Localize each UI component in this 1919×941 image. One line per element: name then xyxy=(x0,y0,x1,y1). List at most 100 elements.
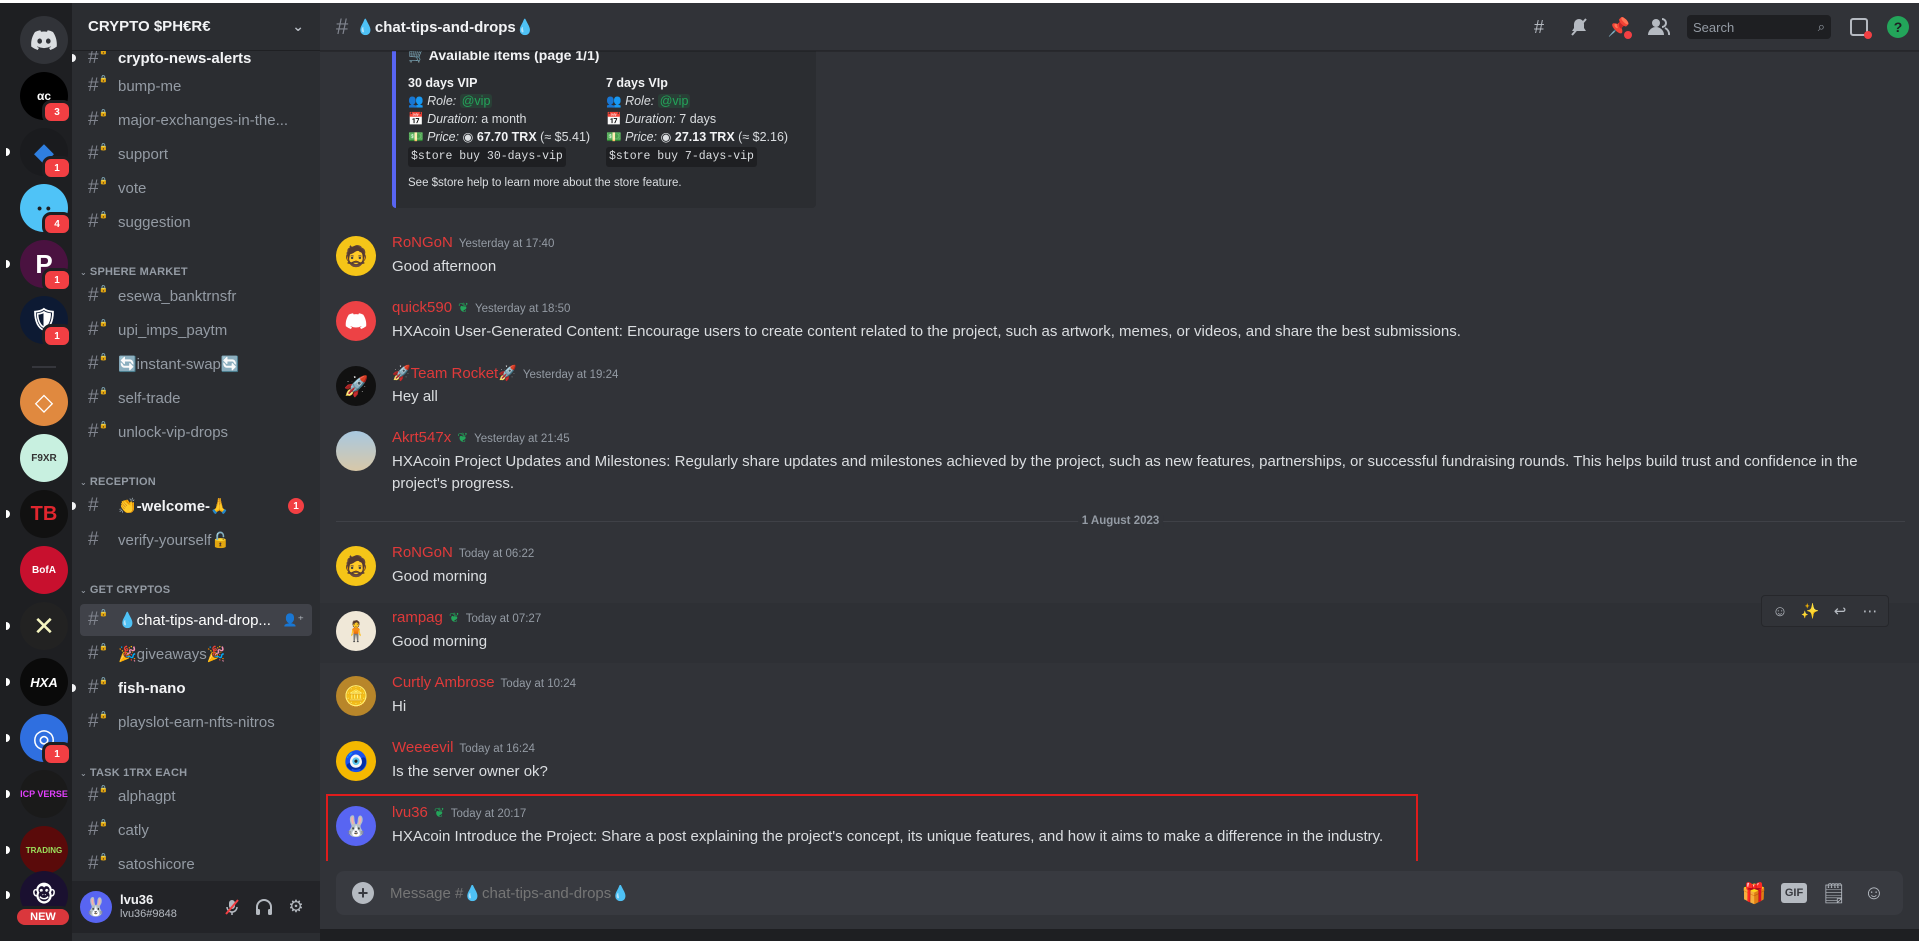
server-trading[interactable]: TRADING xyxy=(6,826,68,874)
channel-welcome[interactable]: # 👏-welcome-🙏 1 xyxy=(72,490,312,522)
tron-icon: ◉ xyxy=(462,130,474,144)
channel-instant-swap[interactable]: # 🔒 🔄instant-swap🔄 xyxy=(80,348,312,380)
server-diamond[interactable]: ◆ 1 xyxy=(6,128,72,180)
chevron-down-icon: ⌄ xyxy=(292,18,304,34)
channel-playslot[interactable]: # 🔒 playslot-earn-nfts-nitros xyxy=(80,706,312,738)
message-author[interactable]: Weeeevil xyxy=(392,739,453,756)
channel-vote[interactable]: # 🔒 vote xyxy=(80,172,312,204)
gift-icon[interactable]: 🎁 xyxy=(1741,881,1767,905)
server-cross[interactable]: ✕ xyxy=(6,602,68,650)
category-sphere-market[interactable]: ⌄ SPHERE MARKET xyxy=(80,266,188,278)
message-author[interactable]: RoNGoN xyxy=(392,234,453,251)
avatar[interactable]: 🚀 xyxy=(336,366,376,406)
channel-satoshicore[interactable]: # 🔒 satoshicore xyxy=(80,848,312,880)
category-reception[interactable]: ⌄ RECEPTION xyxy=(80,476,156,488)
avatar[interactable] xyxy=(336,301,376,341)
upload-plus-icon[interactable]: + xyxy=(352,882,374,904)
pinned-messages-icon[interactable]: 📌 xyxy=(1607,15,1632,39)
unread-pill xyxy=(6,846,10,854)
add-reaction-icon[interactable]: ☺ xyxy=(1766,597,1794,625)
category-task-1trx-each[interactable]: ⌄ TASK 1TRX EACH xyxy=(80,767,187,779)
server-hxa[interactable]: HXA xyxy=(6,658,68,706)
server-shield[interactable]: 🛡 1 xyxy=(20,296,72,348)
message-content: HXAcoin Introduce the Project: Share a p… xyxy=(392,828,1384,845)
message-author[interactable]: 🚀Team Rocket🚀 xyxy=(392,364,517,382)
more-options-icon[interactable]: ⋯ xyxy=(1856,597,1884,625)
channel-sidebar: CRYPTO $PH€R€ ⌄ # 🔒 crypto-news-alerts # 🔒 b… xyxy=(72,3,320,941)
message-author[interactable]: Curtly Ambrose xyxy=(392,674,495,691)
settings-gear-icon[interactable]: ⚙ xyxy=(280,891,312,923)
channel-giveaways[interactable]: # 🔒 🎉giveaways🎉 xyxy=(80,638,312,670)
channel-self-trade[interactable]: # 🔒 self-trade xyxy=(80,382,312,414)
channel-major-exchanges[interactable]: # 🔒 major-exchanges-in-the... xyxy=(80,104,312,136)
server-f9xr[interactable]: F9XR xyxy=(20,434,68,482)
channel-bump-me[interactable]: # 🔒 bump-me xyxy=(80,70,312,102)
add-super-reaction-icon[interactable]: ✨ xyxy=(1796,597,1824,625)
server-header[interactable]: CRYPTO $PH€R€ ⌄ xyxy=(72,3,320,51)
channel-catly[interactable]: # 🔒 catly xyxy=(80,814,312,846)
user-avatar[interactable]: 🐰 xyxy=(80,891,112,923)
unread-pill xyxy=(6,622,10,630)
channel-list: # 🔒 crypto-news-alerts # 🔒 bump-me # 🔒 major-e… xyxy=(72,51,320,881)
server-ac[interactable]: αc 3 xyxy=(20,72,72,124)
server-blue-ring[interactable]: ◎ 1 xyxy=(6,714,72,766)
avatar[interactable]: 🧔 xyxy=(336,546,376,586)
unread-dot xyxy=(72,502,76,510)
unread-indicator xyxy=(1864,31,1872,39)
avatar[interactable]: 🧿 xyxy=(336,741,376,781)
search-input[interactable]: Search ⌕ xyxy=(1687,15,1831,39)
new-badge[interactable]: NEW xyxy=(14,906,72,928)
role-mention[interactable]: @vip xyxy=(657,94,691,108)
unread-pill xyxy=(6,260,10,268)
member-list-icon[interactable] xyxy=(1647,15,1671,39)
message-author[interactable]: lvu36 xyxy=(392,804,428,821)
role-mention[interactable]: @vip xyxy=(459,94,493,108)
server-icp-verse[interactable]: ICP VERSE xyxy=(6,770,68,818)
server-smiley[interactable]: • • 4 xyxy=(20,184,72,236)
channel-support[interactable]: # 🔒 support xyxy=(80,138,312,170)
category-get-cryptos[interactable]: ⌄ GET CRYPTOS xyxy=(80,584,170,596)
avatar[interactable]: 🧔 xyxy=(336,236,376,276)
server-tb[interactable]: TB xyxy=(6,490,68,538)
message-author[interactable]: RoNGoN xyxy=(392,544,453,561)
message-author[interactable]: Akrt547x xyxy=(392,429,451,446)
inbox-icon[interactable] xyxy=(1847,15,1872,39)
unread-pill xyxy=(6,148,10,156)
channel-chat-tips-and-drops[interactable]: # 🔒 💧chat-tips-and-drop... 👤⁺ xyxy=(80,604,312,636)
channel-verify-yourself[interactable]: # verify-yourself🔓 xyxy=(80,524,312,556)
channel-esewa[interactable]: # 🔒 esewa_banktrnsfr xyxy=(80,280,312,312)
gif-icon[interactable]: GIF xyxy=(1781,883,1807,903)
invite-member-icon[interactable]: 👤⁺ xyxy=(283,613,304,627)
sticker-icon[interactable]: 🗒 xyxy=(1821,881,1847,905)
message-input[interactable] xyxy=(390,884,1741,902)
reply-icon[interactable]: ↩ xyxy=(1826,597,1854,625)
threads-icon[interactable]: # xyxy=(1527,15,1551,39)
server-orange[interactable]: ◇ xyxy=(20,378,68,426)
message: 🧔 RoNGoN Today at 06:22 Good morning xyxy=(320,544,1919,604)
message-content: Is the server owner ok? xyxy=(392,763,548,780)
mute-mic-icon[interactable] xyxy=(216,891,248,923)
server-bank-of-america[interactable]: BofA xyxy=(20,546,68,594)
avatar[interactable]: 🪙 xyxy=(336,676,376,716)
channel-upi[interactable]: # 🔒 upi_imps_paytm xyxy=(80,314,312,346)
channel-fish-nano[interactable]: # 🔒 fish-nano xyxy=(72,672,312,704)
help-icon[interactable]: ? xyxy=(1887,16,1909,38)
server-p[interactable]: P1 xyxy=(6,240,72,292)
avatar[interactable]: 🐰 xyxy=(336,806,376,846)
message-author[interactable]: rampag xyxy=(392,609,443,626)
avatar[interactable] xyxy=(336,431,376,471)
user-info[interactable]: lvu36 lvu36#9848 xyxy=(120,893,216,921)
emoji-icon[interactable]: ☺ xyxy=(1861,881,1887,905)
channel-alphagpt[interactable]: # 🔒 alphagpt xyxy=(80,780,312,812)
channel-suggestion[interactable]: # 🔒 suggestion xyxy=(80,206,312,238)
store-embed: 🛒 Available items (page 1/1) 30 days VIP… xyxy=(392,51,816,208)
message-author[interactable]: quick590 xyxy=(392,299,452,316)
notification-mute-icon[interactable] xyxy=(1567,15,1591,39)
locked-hash-icon: # 🔒 xyxy=(88,51,108,68)
message-content: Hi xyxy=(392,698,407,715)
avatar[interactable]: 🧍 xyxy=(336,611,376,651)
channel-unlock-vip-drops[interactable]: # 🔒 unlock-vip-drops xyxy=(80,416,312,448)
home-button[interactable] xyxy=(20,16,68,64)
price-label: Price: xyxy=(625,130,658,144)
headphones-icon[interactable] xyxy=(248,891,280,923)
